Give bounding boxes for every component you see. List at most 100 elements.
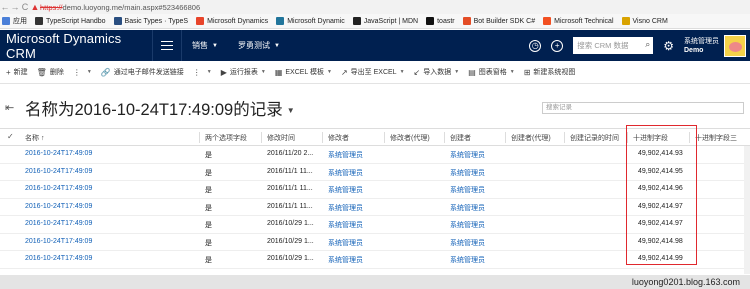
cell-name[interactable]: 2016-10-24T17:49:09	[25, 168, 92, 175]
bookmark-icon	[2, 17, 10, 25]
command-icon: ▤	[468, 67, 476, 77]
column-divider[interactable]	[261, 132, 262, 143]
column-divider[interactable]	[564, 132, 565, 143]
cell-mod-by[interactable]: 系统管理员	[328, 203, 363, 213]
app-title[interactable]: Microsoft Dynamics CRM	[0, 31, 152, 61]
command-item[interactable]: ⋮ ▼	[187, 68, 215, 77]
menu-icon[interactable]	[152, 30, 182, 61]
bookmark-icon	[462, 17, 471, 25]
command-icon: +	[6, 67, 11, 77]
command-item[interactable]: + 新建	[0, 67, 31, 77]
bookmark-icon	[35, 17, 43, 25]
select-all-checkbox[interactable]: ✓	[7, 132, 14, 141]
chevron-down-icon[interactable]: ▼	[327, 69, 332, 75]
cell-mod-by[interactable]: 系统管理员	[328, 185, 363, 195]
chevron-down-icon[interactable]: ▼	[510, 69, 515, 75]
create-plus-icon[interactable]: +	[551, 39, 564, 52]
nav-area[interactable]: 销售 ▼	[182, 40, 228, 51]
column-header[interactable]: 修改者	[328, 133, 349, 143]
cell-name[interactable]: 2016-10-24T17:49:09	[25, 203, 92, 210]
command-item[interactable]: ⋮ ▼	[67, 68, 95, 77]
column-divider[interactable]	[199, 132, 200, 143]
command-item[interactable]: 🔗 通过电子邮件发送链接	[95, 67, 187, 77]
recent-clock-icon[interactable]: ◷	[529, 39, 542, 52]
bookmark-item[interactable]: toastr	[426, 17, 455, 25]
avatar[interactable]	[724, 34, 746, 57]
bookmark-item[interactable]: Microsoft Technical	[543, 17, 614, 25]
cell-created-by[interactable]: 系统管理员	[450, 203, 485, 213]
cell-name[interactable]: 2016-10-24T17:49:09	[25, 150, 92, 157]
cell-name[interactable]: 2016-10-24T17:49:09	[25, 238, 92, 245]
cell-created-by[interactable]: 系统管理员	[450, 168, 485, 178]
chevron-down-icon[interactable]: ▼	[400, 69, 405, 75]
bookmark-item[interactable]: JavaScript | MDN	[352, 17, 418, 25]
insecure-warning-icon[interactable]: ▲	[30, 2, 40, 12]
column-header[interactable]: 创建记录的时间	[570, 133, 619, 143]
bookmark-item[interactable]: 应用	[2, 16, 27, 26]
column-divider[interactable]	[322, 132, 323, 143]
cell-mod-by[interactable]: 系统管理员	[328, 238, 363, 248]
column-header[interactable]: 修改时间	[267, 133, 295, 143]
column-divider[interactable]	[444, 132, 445, 143]
bookmark-item[interactable]: Visno CRM	[621, 17, 668, 25]
column-header[interactable]: 修改者(代理)	[390, 133, 430, 143]
cell-name[interactable]: 2016-10-24T17:49:09	[25, 220, 92, 227]
command-item[interactable]: ⊞ 新建系统视图	[518, 67, 579, 77]
column-header[interactable]: 两个选项字段	[205, 133, 247, 143]
user-info[interactable]: 系统管理员 Demo	[684, 37, 719, 55]
cell-created-by[interactable]: 系统管理员	[450, 255, 485, 265]
url-field[interactable]: https://demo.luoyong.me/main.aspx#523466…	[40, 3, 200, 12]
chevron-down-icon: ▼	[212, 42, 218, 49]
cell-created-by[interactable]: 系统管理员	[450, 220, 485, 230]
bookmark-icon	[426, 17, 435, 25]
command-item[interactable]: ▤ 图表窗格 ▼	[462, 67, 518, 77]
bookmark-item[interactable]: Bot Builder SDK C#	[462, 17, 535, 25]
cell-mod-time: 2016/10/29 1...	[267, 237, 314, 245]
column-header[interactable]: 名称 ↑	[25, 133, 44, 143]
bookmark-item[interactable]: Basic Types · TypeS	[113, 17, 188, 25]
crm-search-input[interactable]: 搜索 CRM 数据 ⌕	[573, 37, 654, 54]
column-divider[interactable]	[505, 132, 506, 143]
cell-created-by[interactable]: 系统管理员	[450, 185, 485, 195]
cell-opt: 是	[205, 152, 212, 159]
command-item[interactable]: ↙ 导入数据 ▼	[408, 67, 463, 77]
command-item[interactable]: ↗ 导出至 EXCEL ▼	[335, 67, 408, 77]
column-header[interactable]: 创建者	[450, 133, 471, 143]
command-item[interactable]: 🗑 删除	[31, 67, 67, 77]
cell-mod-by[interactable]: 系统管理员	[328, 150, 363, 160]
cell-name[interactable]: 2016-10-24T17:49:09	[25, 255, 92, 262]
column-divider[interactable]	[384, 132, 385, 143]
chevron-down-icon[interactable]: ▼	[207, 69, 212, 75]
column-header[interactable]: 创建者(代理)	[511, 133, 551, 143]
bookmark-item[interactable]: Microsoft Dynamic	[276, 17, 345, 25]
chevron-down-icon[interactable]: ▼	[454, 69, 459, 75]
forward-icon[interactable]: →	[10, 2, 20, 12]
view-title[interactable]: 名称为2016-10-24T17:49:09的记录 ▼	[25, 96, 295, 120]
search-records-input[interactable]: 搜索记录	[542, 102, 744, 114]
cell-mod-by[interactable]: 系统管理员	[328, 220, 363, 230]
bookmark-item[interactable]: Microsoft Dynamics	[196, 17, 268, 25]
cell-opt: 是	[205, 204, 212, 212]
back-icon[interactable]: ←	[0, 2, 10, 12]
cell-mod-by[interactable]: 系统管理员	[328, 168, 363, 178]
chevron-down-icon[interactable]: ▼	[261, 69, 266, 75]
bookmark-item[interactable]: TypeScript Handbo	[35, 17, 106, 25]
chevron-down-icon[interactable]: ▼	[287, 106, 295, 115]
pin-icon[interactable]: ⇤	[5, 101, 14, 114]
chevron-down-icon[interactable]: ▼	[87, 69, 92, 75]
scrollbar[interactable]	[744, 146, 750, 274]
command-item[interactable]: ▶ 运行报表 ▼	[215, 67, 269, 77]
cell-name[interactable]: 2016-10-24T17:49:09	[25, 185, 92, 192]
command-icon: 🔗	[100, 67, 111, 77]
reload-icon[interactable]: C	[20, 2, 30, 12]
cell-created-by[interactable]: 系统管理员	[450, 238, 485, 248]
command-item[interactable]: ▦ EXCEL 模板 ▼	[269, 67, 335, 77]
cell-created-by[interactable]: 系统管理员	[450, 150, 485, 160]
cell-mod-by[interactable]: 系统管理员	[328, 255, 363, 265]
command-icon: ⋮	[72, 67, 81, 77]
command-icon: ⊞	[523, 67, 531, 77]
column-header[interactable]: 十进制字段三	[695, 133, 737, 143]
gear-icon[interactable]: ⚙	[663, 39, 674, 53]
nav-entity[interactable]: 罗勇测试 ▼	[228, 40, 290, 51]
search-icon[interactable]: ⌕	[645, 39, 650, 50]
